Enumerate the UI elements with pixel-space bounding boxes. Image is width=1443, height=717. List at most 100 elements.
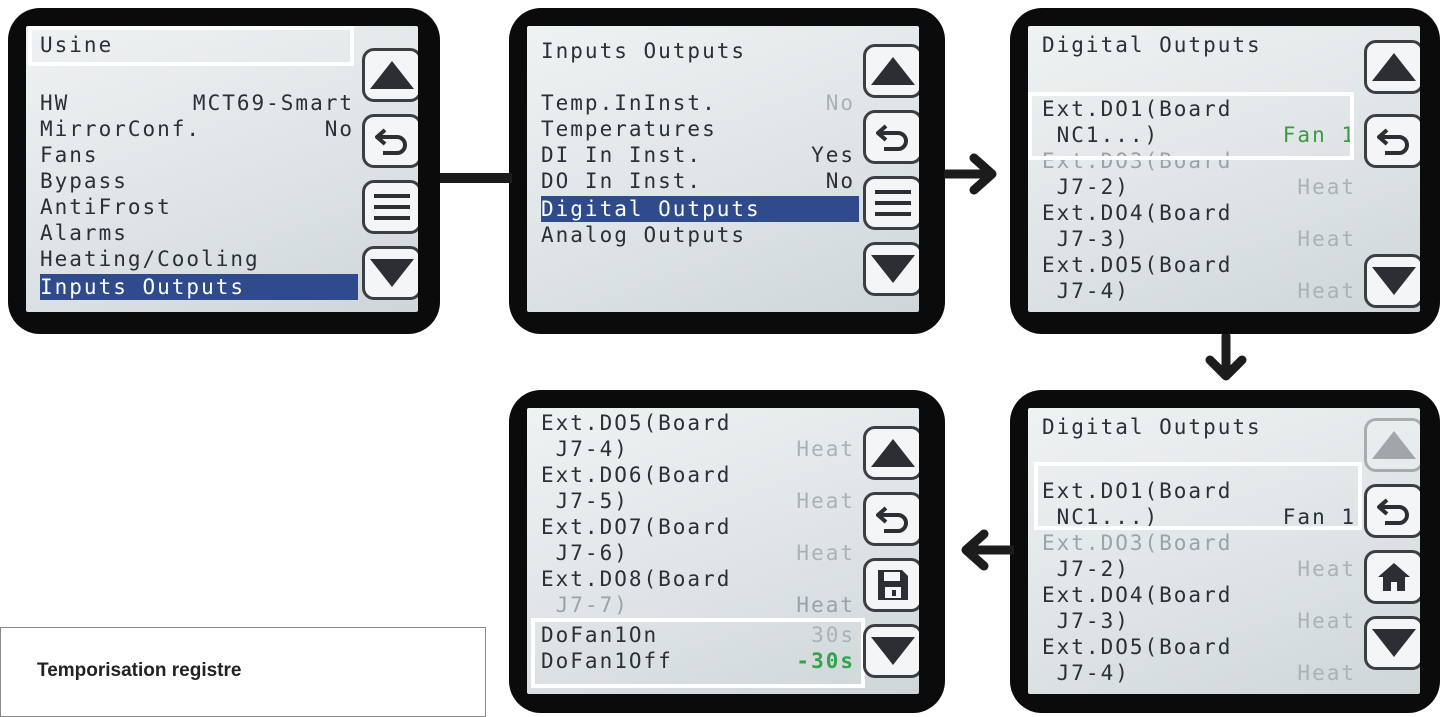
flow-arrow-icon <box>1205 334 1247 381</box>
device-panel-3: Digital Outputs Ext.DO1(Board NC1...) Fan… <box>1010 8 1440 334</box>
up-button[interactable] <box>863 426 919 480</box>
home-icon <box>1378 563 1410 591</box>
device-panel-1: Usine HW MCT69-Smart MirrorConf. No Fans B… <box>8 8 440 334</box>
up-button[interactable] <box>362 48 418 102</box>
down-arrow-icon <box>370 259 414 287</box>
menu-item-hw[interactable]: HW MCT69-Smart <box>40 90 358 116</box>
down-arrow-icon <box>1372 267 1416 295</box>
list-item-ext-do4-value[interactable]: J7-3) Heat <box>1042 608 1360 634</box>
lcd-screen-5: Ext.DO5(Board J7-4) Heat Ext.DO6(Board J7… <box>527 408 919 694</box>
menu-list: Usine HW MCT69-Smart MirrorConf. No Fans B… <box>40 26 358 312</box>
down-button[interactable] <box>1364 254 1420 308</box>
back-button[interactable] <box>863 492 919 546</box>
menu-item-inputs-outputs[interactable]: Inputs Outputs <box>40 274 358 300</box>
menu-title: Inputs Outputs <box>541 39 747 63</box>
menu-item-mirrorconf[interactable]: MirrorConf. No <box>40 116 358 142</box>
back-arrow-icon <box>1377 498 1409 525</box>
list-item-ext-do4[interactable]: Ext.DO4(Board <box>1042 582 1360 608</box>
list-item-ext-do3-value[interactable]: J7-2) Heat <box>1042 174 1360 200</box>
list-item-ext-do5-value[interactable]: J7-4) Heat <box>1042 660 1360 686</box>
button-column <box>863 44 919 298</box>
save-button[interactable] <box>863 558 919 612</box>
flow-arrow-icon <box>944 153 997 195</box>
list-item-ext-do8-value[interactable]: J7-7) Heat <box>541 592 859 618</box>
back-arrow-icon <box>375 128 407 155</box>
list-item-ext-do5[interactable]: Ext.DO5(Board <box>1042 634 1360 660</box>
down-button[interactable] <box>863 624 919 678</box>
caption-box: Temporisation registre <box>0 627 486 717</box>
list-item-ext-do3-value[interactable]: J7-2) Heat <box>1042 556 1360 582</box>
menu-title: Digital Outputs <box>1042 415 1262 439</box>
up-arrow-icon <box>370 61 414 89</box>
button-column <box>362 48 418 302</box>
menu-item-temperatures[interactable]: Temperatures <box>541 116 859 142</box>
flow-arrow-icon <box>961 529 1014 571</box>
menu-item-analog-outputs[interactable]: Analog Outputs <box>541 222 859 248</box>
menu-list: Digital Outputs Ext.DO1(Board NC1...) Fan… <box>1042 408 1360 694</box>
up-arrow-icon <box>1372 53 1416 81</box>
up-button[interactable] <box>1364 40 1420 94</box>
menu-item-antifrost[interactable]: AntiFrost <box>40 194 358 220</box>
up-button[interactable] <box>863 44 919 98</box>
lcd-screen-4: Digital Outputs Ext.DO1(Board NC1...) Fan… <box>1028 408 1420 694</box>
list-item-ext-do7-value[interactable]: J7-6) Heat <box>541 540 859 566</box>
down-arrow-icon <box>1372 629 1416 657</box>
up-arrow-icon <box>871 57 915 85</box>
button-column <box>1364 40 1420 308</box>
menu-item-digital-outputs[interactable]: Digital Outputs <box>541 196 859 222</box>
up-arrow-icon <box>1372 431 1416 459</box>
flow-arrow-icon <box>440 173 512 183</box>
list-item-ext-do4-value[interactable]: J7-3) Heat <box>1042 226 1360 252</box>
down-button[interactable] <box>362 246 418 300</box>
list-item-ext-do7[interactable]: Ext.DO7(Board <box>541 514 859 540</box>
menu-item-fans[interactable]: Fans <box>40 142 358 168</box>
highlight-frame <box>28 26 354 66</box>
list-item-ext-do5[interactable]: Ext.DO5(Board <box>1042 252 1360 278</box>
down-button[interactable] <box>863 242 919 296</box>
down-arrow-icon <box>871 637 915 665</box>
button-column <box>1364 418 1420 672</box>
menu-list: Digital Outputs Ext.DO1(Board NC1...) Fan… <box>1042 26 1360 312</box>
lcd-screen-3: Digital Outputs Ext.DO1(Board NC1...) Fan… <box>1028 26 1420 312</box>
device-panel-4: Digital Outputs Ext.DO1(Board NC1...) Fan… <box>1010 390 1440 713</box>
menu-item-do-in-inst[interactable]: DO In Inst. No <box>541 168 859 194</box>
lcd-screen-2: Inputs Outputs Temp.InInst. No Temperatur… <box>527 26 919 312</box>
list-item-ext-do6[interactable]: Ext.DO6(Board <box>541 462 859 488</box>
highlight-frame <box>1028 92 1354 160</box>
caption-text: Temporisation registre <box>37 660 242 681</box>
menu-item-alarms[interactable]: Alarms <box>40 220 358 246</box>
menu-icon <box>374 194 410 220</box>
list-item-ext-do5-value[interactable]: J7-4) Heat <box>1042 278 1360 304</box>
back-arrow-icon <box>876 506 908 533</box>
menu-item-temp-ininst[interactable]: Temp.InInst. No <box>541 90 859 116</box>
menu-button[interactable] <box>863 176 919 230</box>
menu-icon <box>875 190 911 216</box>
menu-list: Inputs Outputs Temp.InInst. No Temperatur… <box>541 26 859 312</box>
back-arrow-icon <box>876 124 908 151</box>
device-panel-5: Ext.DO5(Board J7-4) Heat Ext.DO6(Board J7… <box>509 390 945 713</box>
menu-item-bypass[interactable]: Bypass <box>40 168 358 194</box>
menu-title: Digital Outputs <box>1042 33 1262 57</box>
up-button[interactable] <box>1364 418 1420 472</box>
list-item-ext-do4[interactable]: Ext.DO4(Board <box>1042 200 1360 226</box>
home-button[interactable] <box>1364 550 1420 604</box>
back-button[interactable] <box>863 110 919 164</box>
down-button[interactable] <box>1364 616 1420 670</box>
back-button[interactable] <box>1364 114 1420 168</box>
back-button[interactable] <box>362 114 418 168</box>
list-item-ext-do8[interactable]: Ext.DO8(Board <box>541 566 859 592</box>
list-item-ext-do3[interactable]: Ext.DO3(Board <box>1042 530 1360 556</box>
highlight-frame <box>1034 462 1362 530</box>
menu-button[interactable] <box>362 180 418 234</box>
list-item-ext-do5-value[interactable]: J7-4) Heat <box>541 436 859 462</box>
list-item-ext-do5[interactable]: Ext.DO5(Board <box>541 410 859 436</box>
button-column <box>863 426 919 680</box>
back-button[interactable] <box>1364 484 1420 538</box>
menu-item-heating-cooling[interactable]: Heating/Cooling <box>40 246 358 272</box>
save-icon <box>878 570 908 600</box>
down-arrow-icon <box>871 255 915 283</box>
back-arrow-icon <box>1377 128 1409 155</box>
menu-item-di-in-inst[interactable]: DI In Inst. Yes <box>541 142 859 168</box>
list-item-ext-do6-value[interactable]: J7-5) Heat <box>541 488 859 514</box>
up-arrow-icon <box>871 439 915 467</box>
